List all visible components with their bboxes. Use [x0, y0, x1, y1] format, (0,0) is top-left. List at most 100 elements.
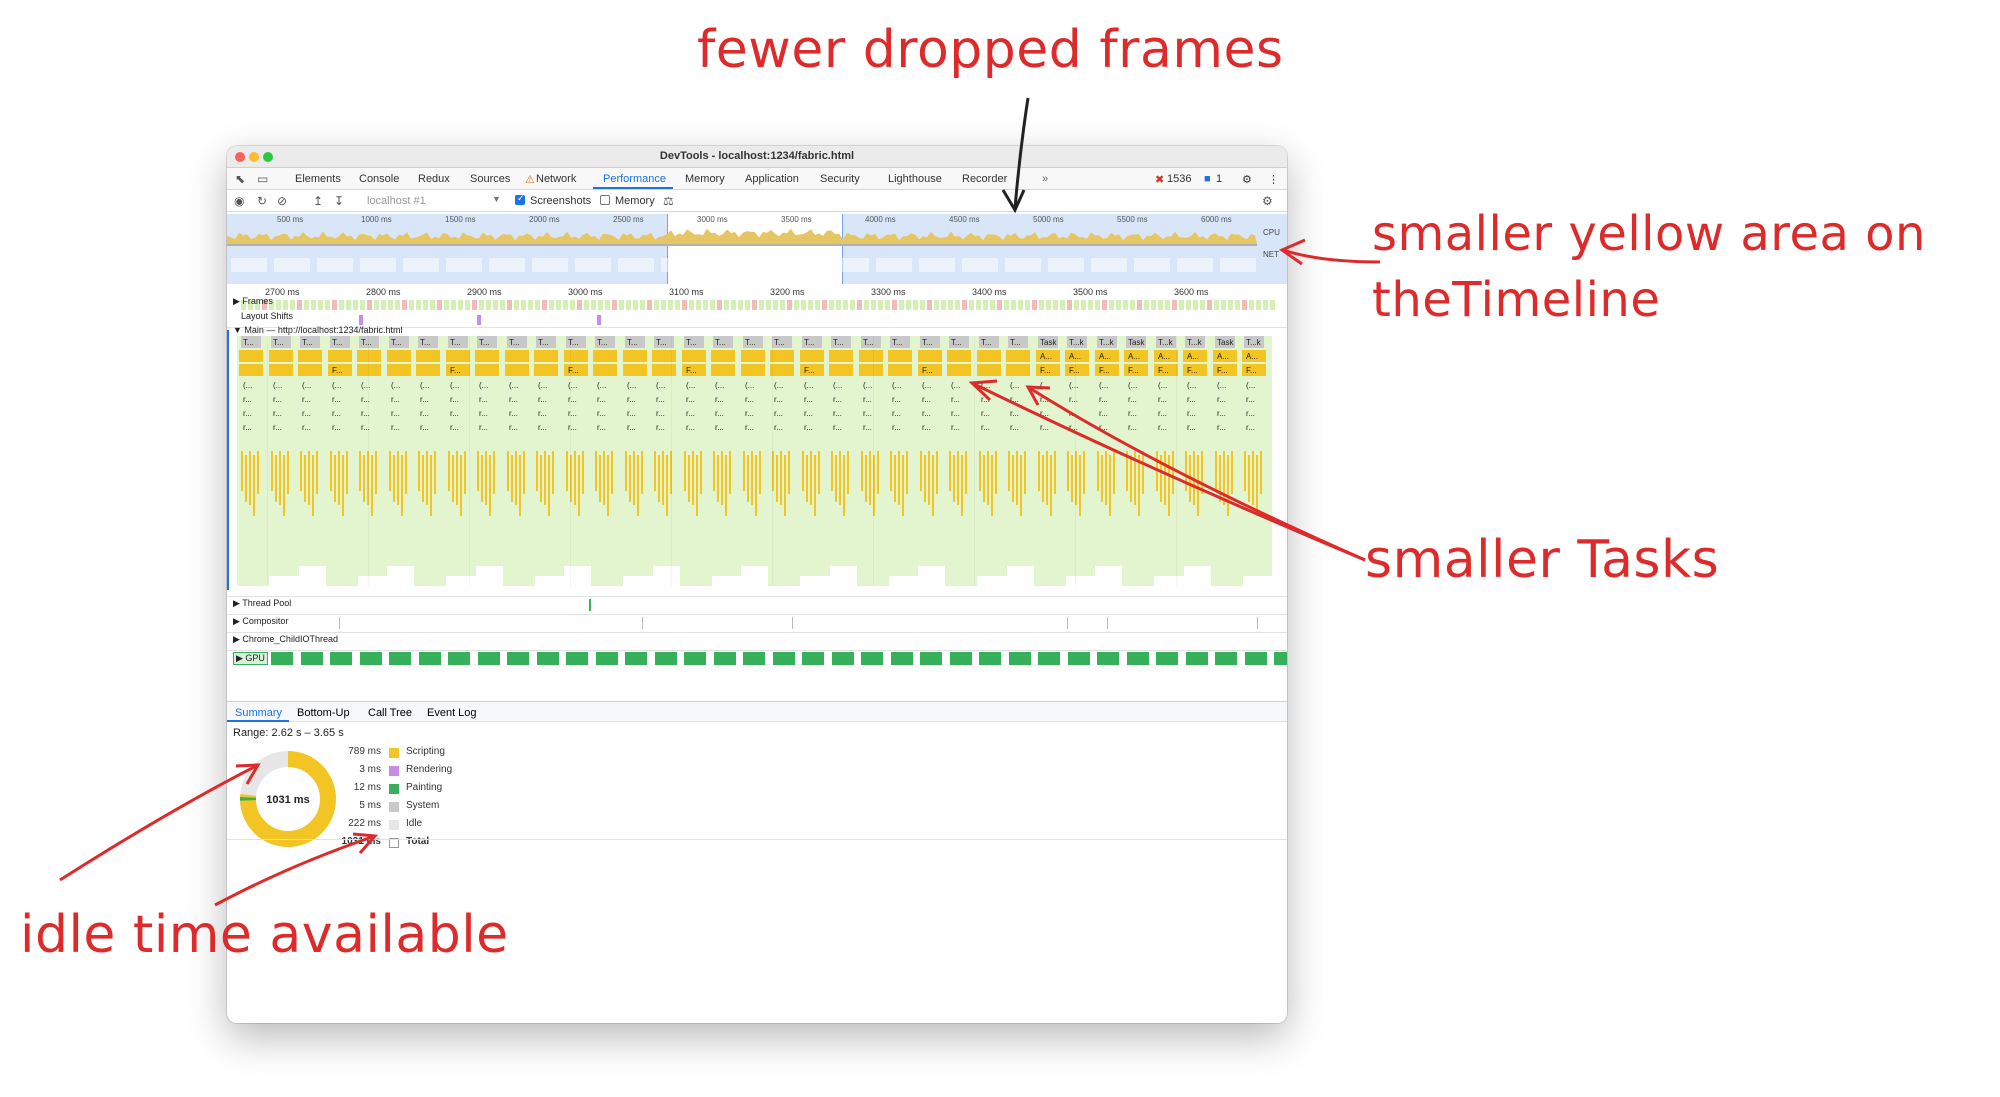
- gpu-track-label[interactable]: ▶ GPU: [233, 652, 268, 665]
- message-count[interactable]: 1: [1216, 173, 1222, 185]
- download-icon[interactable]: ↧: [334, 194, 344, 208]
- task-label: T...k: [1187, 338, 1203, 347]
- script-sliver: [877, 451, 879, 494]
- frame-box: [682, 300, 687, 310]
- task-label: T...: [715, 338, 726, 347]
- frame-box: [1053, 300, 1058, 310]
- frame-box: [1200, 300, 1205, 310]
- function-call-bar: [328, 350, 352, 362]
- settings-gear-icon[interactable]: ⚙: [1242, 173, 1252, 186]
- capture-settings-gear-icon[interactable]: ⚙: [1262, 194, 1273, 208]
- call-label: r...: [538, 395, 547, 404]
- tab-application[interactable]: Application: [745, 173, 799, 185]
- thread-pool-track-label[interactable]: ▶ Thread Pool: [233, 598, 291, 609]
- script-sliver: [806, 455, 808, 502]
- gpu-task: [1215, 652, 1237, 665]
- gpu-task: [684, 652, 706, 665]
- tab-event-log[interactable]: Event Log: [427, 707, 477, 719]
- frame-box: [864, 300, 869, 310]
- function-label: F...: [332, 366, 343, 375]
- frame-box: [1088, 300, 1093, 310]
- frame-box: [325, 300, 330, 310]
- overview-tick: 500 ms: [277, 215, 304, 224]
- upload-icon[interactable]: ↥: [313, 194, 323, 208]
- timeline-overview[interactable]: 500 ms 1000 ms 1500 ms 2000 ms 2500 ms 3000 m…: [227, 214, 1287, 284]
- script-sliver: [493, 451, 495, 494]
- call-label: r...: [892, 395, 901, 404]
- expand-arrow-icon: ▶: [236, 653, 246, 663]
- script-sliver: [759, 451, 761, 494]
- tab-redux[interactable]: Redux: [418, 173, 450, 185]
- script-sliver: [713, 451, 715, 491]
- tab-performance[interactable]: Performance: [603, 173, 666, 185]
- frame-box: [1025, 300, 1030, 310]
- track-separator: [227, 650, 1287, 651]
- tab-call-tree[interactable]: Call Tree: [368, 707, 412, 719]
- more-options-icon[interactable]: ⋮: [1268, 173, 1279, 186]
- frame-box: [773, 300, 778, 310]
- broom-icon[interactable]: ⚖: [663, 194, 674, 208]
- frame-box: [1193, 300, 1198, 310]
- call-label: (...: [273, 381, 282, 390]
- function-call-bar: [859, 350, 883, 362]
- function-call-bar: [446, 350, 470, 362]
- script-sliver: [287, 451, 289, 494]
- tab-lighthouse[interactable]: Lighthouse: [888, 173, 942, 185]
- call-label: r...: [715, 409, 724, 418]
- screenshots-checkbox[interactable]: [515, 193, 525, 205]
- gpu-task: [478, 652, 500, 665]
- script-sliver: [312, 455, 314, 516]
- compositor-track-label[interactable]: ▶ Compositor: [233, 616, 288, 627]
- overview-tick: 5500 ms: [1117, 215, 1148, 224]
- target-select[interactable]: localhost #1: [367, 195, 426, 207]
- frame-box: [297, 300, 302, 310]
- child-io-track-label[interactable]: ▶ Chrome_ChildIOThread: [233, 634, 338, 645]
- record-icon[interactable]: ◉: [234, 194, 244, 208]
- tab-security[interactable]: Security: [820, 173, 860, 185]
- frame-box: [1081, 300, 1086, 310]
- main-track-label[interactable]: ▼ Main — http://localhost:1234/fabric.ht…: [233, 325, 403, 335]
- script-sliver: [902, 455, 904, 516]
- script-sliver: [375, 451, 377, 494]
- ruler-gridline: [974, 336, 975, 586]
- reload-record-icon[interactable]: ↻: [257, 194, 267, 208]
- script-sliver: [595, 451, 597, 491]
- gpu-task: [596, 652, 618, 665]
- gpu-label: GPU: [245, 653, 265, 663]
- script-sliver: [582, 451, 584, 494]
- script-sliver: [1046, 451, 1048, 505]
- script-sliver: [1113, 451, 1115, 494]
- clear-icon[interactable]: ⊘: [277, 194, 287, 208]
- tab-console[interactable]: Console: [359, 173, 399, 185]
- main-label: Main — http://localhost:1234/fabric.html: [244, 325, 403, 335]
- tab-sources[interactable]: Sources: [470, 173, 510, 185]
- tab-elements[interactable]: Elements: [295, 173, 341, 185]
- chevron-down-icon[interactable]: ▼: [492, 194, 501, 204]
- error-count[interactable]: 1536: [1167, 173, 1191, 185]
- script-sliver: [430, 455, 432, 516]
- frame-box: [1018, 300, 1023, 310]
- annotation-idle-time: idle time available: [20, 905, 509, 965]
- summary-row: 222 ms Idle: [327, 818, 527, 834]
- tab-memory[interactable]: Memory: [685, 173, 725, 185]
- script-sliver: [784, 455, 786, 516]
- tab-recorder[interactable]: Recorder: [962, 173, 1007, 185]
- call-label: (...: [745, 381, 754, 390]
- device-toolbar-icon[interactable]: ▭: [257, 172, 268, 186]
- cpu-baseline: [227, 244, 1257, 246]
- tab-bottom-up[interactable]: Bottom-Up: [297, 707, 350, 719]
- inspect-element-icon[interactable]: ⬉: [235, 172, 245, 186]
- memory-checkbox[interactable]: [600, 195, 610, 205]
- call-label: (...: [302, 381, 311, 390]
- script-sliver: [548, 455, 550, 516]
- flame-chart[interactable]: T... (... r... r... r... T... (... r... r... r...…: [227, 286, 1287, 686]
- task-label: T...: [302, 338, 313, 347]
- tab-summary[interactable]: Summary: [235, 707, 282, 719]
- more-tabs-icon[interactable]: »: [1042, 173, 1048, 185]
- frames-track-label[interactable]: ▶ Frames: [233, 296, 273, 307]
- script-sliver: [371, 455, 373, 516]
- call-label: r...: [627, 409, 636, 418]
- flame-chart-canvas[interactable]: T... (... r... r... r... T... (... r... r... r...…: [227, 286, 1287, 686]
- tab-network[interactable]: Network: [536, 173, 576, 185]
- script-sliver: [460, 455, 462, 516]
